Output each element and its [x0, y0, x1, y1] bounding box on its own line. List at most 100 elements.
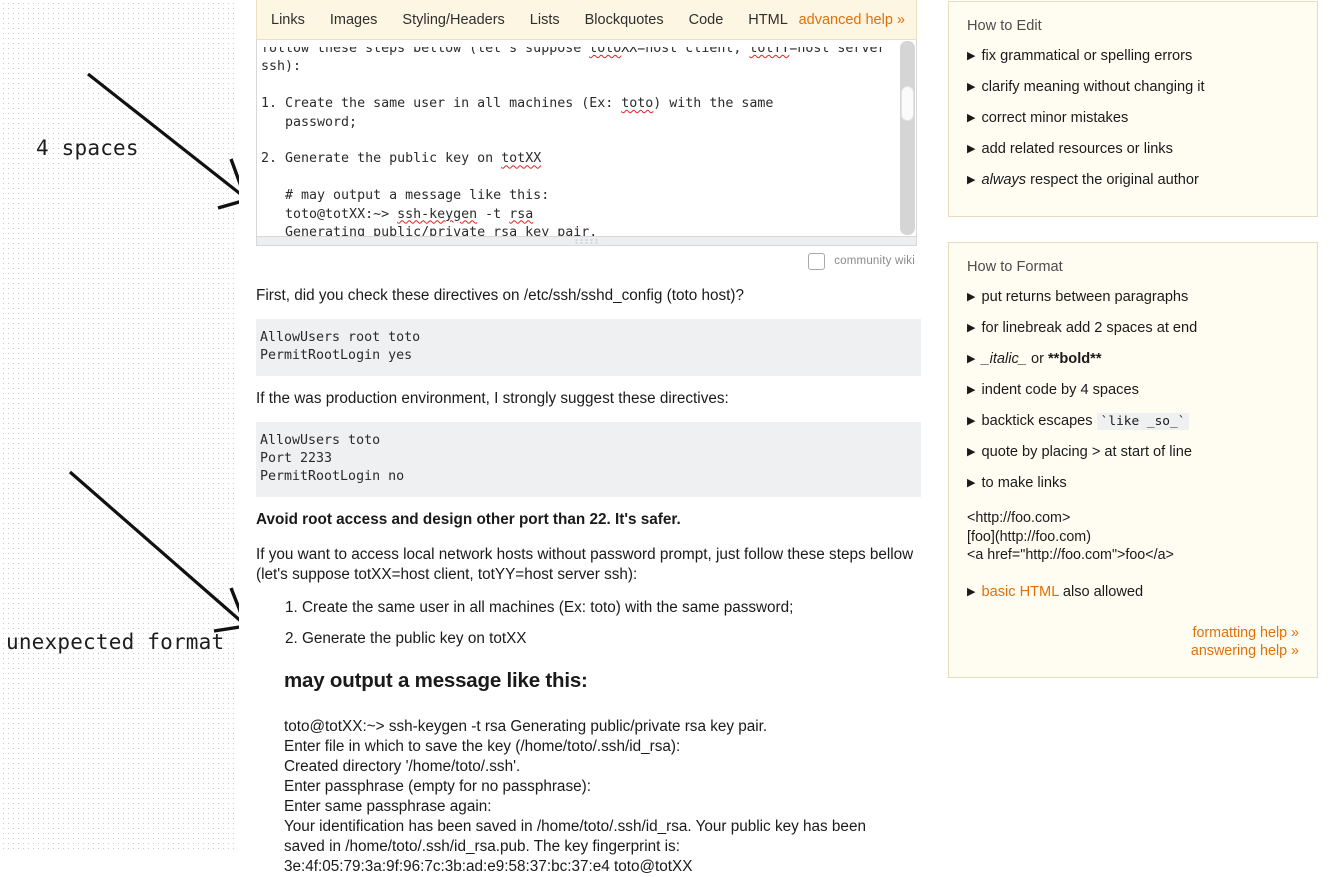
annotation-label-4-spaces: 4 spaces — [36, 136, 139, 160]
editor-scrollbar[interactable] — [900, 41, 915, 235]
triangle-right-icon: ▶ — [967, 81, 976, 93]
hint-text: add related resources or links — [981, 141, 1173, 157]
toolbar-item-html[interactable]: HTML — [748, 12, 787, 28]
arrow-1-shaft — [87, 72, 244, 198]
answering-help-link[interactable]: answering help » — [967, 642, 1299, 661]
triangle-right-icon: ▶ — [967, 50, 976, 62]
triangle-right-icon: ▶ — [967, 143, 976, 155]
panel-title-how-to-format: How to Format — [967, 259, 1063, 275]
triangle-right-icon: ▶ — [967, 291, 976, 303]
panel-title-how-to-edit: How to Edit — [967, 18, 1042, 34]
toolbar-item-links[interactable]: Links — [271, 12, 305, 28]
hint-text: put returns between paragraphs — [981, 289, 1189, 305]
hint-row: ▶ always respect the original author — [967, 171, 1299, 190]
hint-row: ▶ indent code by 4 spaces — [967, 381, 1299, 400]
hint-text: for linebreak add 2 spaces at end — [981, 320, 1198, 336]
hint-text: backtick escapes — [981, 413, 1097, 429]
or-token: or — [1026, 351, 1048, 367]
toolbar-item-lists[interactable]: Lists — [530, 12, 560, 28]
arrow-2-shaft — [68, 470, 245, 625]
annotation-gutter: 4 spaces unexpected format — [0, 0, 249, 852]
triangle-right-icon: ▶ — [967, 415, 976, 427]
rendered-post-preview: First, did you check these directives on… — [256, 286, 921, 877]
link-example-line: <a href="http://foo.com">foo</a> — [967, 547, 1174, 563]
toolbar-item-images[interactable]: Images — [330, 12, 378, 28]
italic-token: _italic_ — [981, 351, 1027, 367]
hint-row: ▶ quote by placing > at start of line — [967, 443, 1299, 462]
hint-row: ▶ for linebreak add 2 spaces at end — [967, 319, 1299, 338]
console-line: Enter same passphrase again: — [284, 798, 492, 815]
list-item: Generate the public key on totXX — [302, 629, 921, 649]
post-code-block-2: AllowUsers toto Port 2233 PermitRootLogi… — [256, 422, 921, 497]
console-line: Created directory '/home/toto/.ssh'. — [284, 758, 521, 775]
hint-row: ▶ clarify meaning without changing it — [967, 78, 1299, 97]
hint-emphasis: always — [981, 172, 1027, 188]
hint-text: respect the original author — [1026, 172, 1199, 188]
post-heading: may output a message like this: — [284, 669, 588, 692]
console-line: 3e:4f:05:79:3a:9f:96:7c:3b:ad:e9:58:37:b… — [284, 858, 693, 875]
formatting-help-link[interactable]: formatting help » — [967, 624, 1300, 643]
toolbar-item-code[interactable]: Code — [689, 12, 724, 28]
hint-text: to make links — [981, 475, 1067, 491]
console-line: saved in /home/toto/.ssh/id_rsa.pub. The… — [284, 838, 680, 855]
basic-html-link[interactable]: basic HTML — [981, 584, 1058, 600]
triangle-right-icon: ▶ — [967, 585, 976, 598]
console-line: Enter passphrase (empty for no passphras… — [284, 778, 591, 795]
list-item: Create the same user in all machines (Ex… — [302, 598, 921, 618]
console-line: toto@totXX:~> ssh-keygen -t rsa Generati… — [284, 718, 768, 735]
hint-row-basic-html: ▶ basic HTML also allowed — [967, 583, 1299, 602]
triangle-right-icon: ▶ — [967, 477, 976, 489]
how-to-format-panel: How to Format ▶ put returns between parag… — [948, 242, 1318, 678]
hint-row: ▶ fix grammatical or spelling errors — [967, 47, 1299, 66]
hint-text: fix grammatical or spelling errors — [981, 48, 1193, 64]
triangle-right-icon: ▶ — [967, 322, 976, 334]
editor-scrollbar-thumb[interactable] — [901, 86, 914, 121]
community-wiki-row: community wiki — [256, 247, 917, 275]
textarea-top-clip — [257, 40, 916, 47]
markdown-editor: Links Images Styling/Headers Lists Block… — [256, 0, 917, 246]
link-syntax-examples: <http://foo.com> [foo](http://foo.com) <… — [967, 509, 1299, 565]
community-wiki-checkbox[interactable] — [808, 252, 826, 270]
hint-row-italic-bold: ▶ _italic_ or **bold** — [967, 350, 1299, 369]
help-sidebar: How to Edit ▶ fix grammatical or spelling… — [948, 0, 1318, 678]
toolbar-item-blockquotes[interactable]: Blockquotes — [585, 12, 664, 28]
link-example-line: [foo](http://foo.com) — [967, 528, 1091, 545]
help-links-group: formatting help » answering help » — [967, 624, 1299, 661]
editor-textarea-content: follow these steps bellow (let's suppose… — [261, 41, 886, 237]
triangle-right-icon: ▶ — [967, 446, 976, 458]
hint-row: ▶ add related resources or links — [967, 140, 1299, 159]
annotation-arrows — [68, 72, 249, 633]
toolbar-item-styling-headers[interactable]: Styling/Headers — [402, 12, 504, 28]
link-example-line: <http://foo.com> — [967, 510, 1071, 526]
console-line: Your identification has been saved in /h… — [284, 818, 866, 835]
post-paragraph-2: If the was production environment, I str… — [256, 390, 729, 407]
post-bold-note: Avoid root access and design other port … — [256, 511, 681, 528]
post-console-output: toto@totXX:~> ssh-keygen -t rsa Generati… — [284, 717, 921, 877]
how-to-edit-panel: How to Edit ▶ fix grammatical or spelling… — [948, 1, 1318, 217]
triangle-right-icon: ▶ — [967, 384, 976, 396]
hint-text: also allowed — [1058, 583, 1144, 600]
post-paragraph-3: If you want to access local network host… — [256, 546, 914, 583]
resize-grip-icon — [573, 238, 600, 244]
triangle-right-icon: ▶ — [967, 112, 976, 124]
post-steps-list: Create the same user in all machines (Ex… — [256, 598, 921, 649]
annotation-label-unexpected-format: unexpected format — [6, 630, 225, 654]
triangle-right-icon: ▶ — [967, 174, 976, 186]
advanced-help-link[interactable]: advanced help » — [799, 12, 905, 28]
editor-toolbar: Links Images Styling/Headers Lists Block… — [256, 0, 917, 40]
hint-row: ▶ put returns between paragraphs — [967, 288, 1299, 307]
hint-row: ▶ correct minor mistakes — [967, 109, 1299, 128]
bold-token: **bold** — [1048, 351, 1102, 367]
hint-text: quote by placing > at start of line — [981, 444, 1192, 460]
community-wiki-label: community wiki — [834, 255, 915, 267]
editor-textarea[interactable]: follow these steps bellow (let's suppose… — [256, 40, 917, 237]
hint-text: indent code by 4 spaces — [981, 382, 1139, 398]
inline-code-sample: `like _so_` — [1096, 413, 1190, 430]
editor-resize-handle[interactable] — [256, 237, 917, 246]
post-paragraph-1: First, did you check these directives on… — [256, 287, 745, 304]
console-line: Enter file in which to save the key (/ho… — [284, 738, 681, 755]
post-code-block-1: AllowUsers root toto PermitRootLogin yes — [256, 319, 921, 376]
hint-row: ▶ to make links — [967, 474, 1299, 493]
triangle-right-icon: ▶ — [967, 353, 976, 365]
hint-text: clarify meaning without changing it — [981, 79, 1205, 95]
